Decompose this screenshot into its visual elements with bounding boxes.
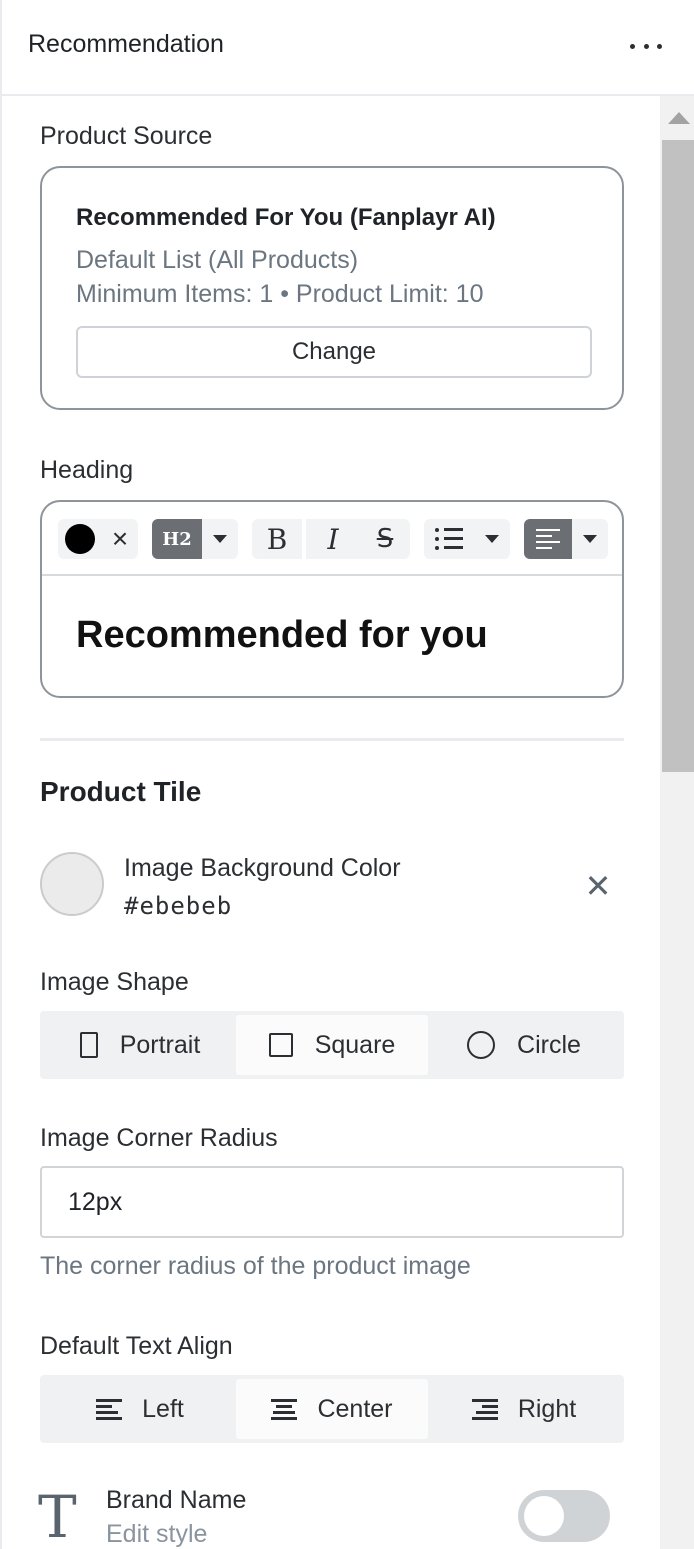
align-dropdown[interactable]	[572, 519, 608, 559]
close-icon: ×	[111, 523, 129, 554]
italic-button[interactable]: I	[306, 519, 360, 559]
brand-name-toggle[interactable]	[518, 1490, 610, 1542]
circle-icon	[467, 1031, 496, 1059]
heading-level-dropdown[interactable]	[202, 519, 238, 559]
product-source-limits: Minimum Items: 1 • Product Limit: 10	[76, 280, 484, 308]
panel-header: Recommendation	[2, 0, 694, 96]
corner-radius-help: The corner radius of the product image	[40, 1252, 471, 1280]
chevron-down-icon	[485, 535, 499, 543]
panel-title: Recommendation	[28, 30, 224, 58]
heading-content[interactable]: Recommended for you	[76, 614, 488, 657]
format-group: B I S	[252, 519, 410, 559]
section-divider	[40, 738, 624, 741]
recommendation-panel: Recommendation Product Source Recommende…	[0, 0, 694, 1549]
align-option-label: Right	[517, 1394, 577, 1423]
bullet-list-button[interactable]	[424, 519, 474, 559]
text-align-label: Default Text Align	[40, 1332, 233, 1360]
align-right-icon	[471, 1398, 498, 1420]
clear-color-button[interactable]: ×	[102, 519, 138, 559]
list-dropdown[interactable]	[474, 519, 510, 559]
image-bg-color-value: #ebebeb	[124, 892, 233, 920]
align-option-center[interactable]: Center	[236, 1379, 428, 1439]
toggle-knob	[524, 1496, 564, 1536]
heading-editor: × H2 B I S Recommended for you	[40, 500, 624, 698]
product-source-label: Product Source	[40, 122, 213, 150]
chevron-down-icon	[583, 535, 597, 543]
text-color-button[interactable]	[58, 519, 102, 559]
align-option-right[interactable]: Right	[428, 1379, 620, 1439]
product-source-list: Default List (All Products)	[76, 246, 359, 274]
align-left-icon	[536, 528, 560, 550]
scrollbar[interactable]	[660, 96, 694, 1549]
product-tile-title: Product Tile	[40, 776, 202, 807]
shape-option-circle[interactable]: Circle	[428, 1015, 620, 1075]
align-button[interactable]	[524, 519, 572, 559]
align-option-label: Left	[142, 1394, 184, 1423]
chevron-down-icon	[213, 535, 227, 543]
bold-icon: B	[266, 522, 288, 556]
scrollbar-thumb[interactable]	[662, 140, 694, 772]
align-option-label: Center	[317, 1394, 393, 1423]
shape-option-label: Square	[314, 1030, 396, 1059]
editor-toolbar: × H2 B I S	[42, 502, 622, 576]
heading-level-button[interactable]: H2	[152, 519, 202, 559]
strikethrough-icon: S	[376, 524, 394, 554]
heading-level-group[interactable]: H2	[152, 519, 238, 559]
scroll-up-arrow-icon[interactable]	[668, 112, 690, 124]
shape-option-portrait[interactable]: Portrait	[44, 1015, 236, 1075]
text-color-group: ×	[58, 519, 138, 559]
shape-option-label: Portrait	[119, 1030, 201, 1059]
heading-label: Heading	[40, 456, 134, 484]
shape-option-label: Circle	[517, 1030, 581, 1059]
clear-color-icon[interactable]: ✕	[582, 866, 614, 906]
color-dot-icon	[65, 524, 95, 554]
text-type-icon: T	[38, 1483, 77, 1549]
corner-radius-input[interactable]	[40, 1166, 624, 1238]
panel-body: Product Source Recommended For You (Fanp…	[2, 96, 660, 1549]
square-icon	[268, 1033, 293, 1057]
image-shape-label: Image Shape	[40, 968, 189, 996]
align-group	[524, 519, 608, 559]
image-shape-selector: Portrait Square Circle	[40, 1011, 624, 1079]
more-options-icon[interactable]	[630, 34, 662, 58]
brand-name-edit-style-link[interactable]: Edit style	[106, 1520, 207, 1549]
bold-button[interactable]: B	[252, 519, 302, 559]
portrait-icon	[79, 1032, 98, 1058]
product-source-card: Recommended For You (Fanplayr AI) Defaul…	[40, 166, 624, 410]
align-option-left[interactable]: Left	[44, 1379, 236, 1439]
bullet-list-icon	[435, 527, 463, 551]
corner-radius-label: Image Corner Radius	[40, 1124, 278, 1152]
italic-icon: I	[327, 522, 339, 556]
align-left-icon	[96, 1398, 123, 1420]
strikethrough-button[interactable]: S	[360, 519, 410, 559]
align-center-icon	[271, 1398, 298, 1420]
list-group	[424, 519, 510, 559]
shape-option-square[interactable]: Square	[236, 1015, 428, 1075]
product-source-title: Recommended For You (Fanplayr AI)	[76, 204, 496, 231]
change-source-button[interactable]: Change	[76, 326, 592, 378]
image-bg-color-label: Image Background Color	[124, 854, 401, 882]
text-align-selector: Left Center Right	[40, 1375, 624, 1443]
image-bg-color-swatch[interactable]	[40, 852, 104, 916]
brand-name-label: Brand Name	[106, 1486, 247, 1514]
